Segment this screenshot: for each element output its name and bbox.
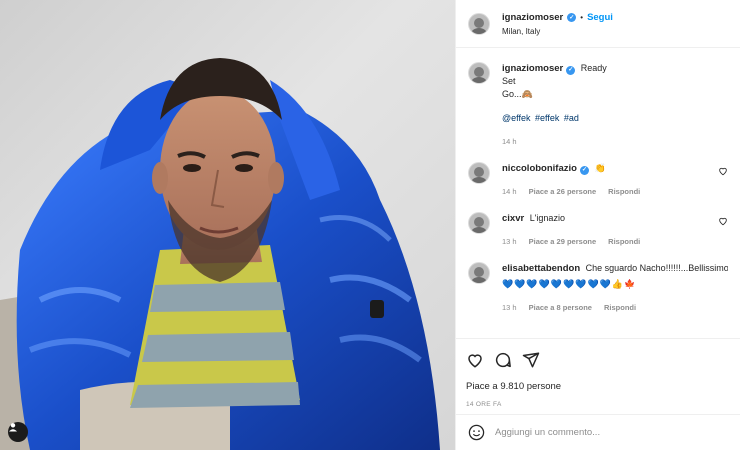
comment-likes[interactable]: Piace a 8 persone (529, 301, 592, 314)
add-comment-bar (456, 414, 740, 450)
comment-item: elisabettabendon Che sguardo Nacho!!!!!!… (468, 262, 728, 314)
comment-like-icon[interactable] (718, 166, 728, 176)
share-icon[interactable] (522, 351, 540, 369)
commenter-avatar[interactable] (468, 162, 490, 184)
comment-icon[interactable] (494, 351, 512, 369)
tag-link[interactable]: #ad (564, 113, 579, 123)
comment-text: L'ignazio (529, 213, 565, 223)
comment-time[interactable]: 14 h (502, 185, 517, 198)
caption: ignaziomoser ✓ Ready Set Go...🙈 @effek #e… (468, 62, 728, 148)
commenter-avatar[interactable] (468, 212, 490, 234)
comment-text: Che sguardo Nacho!!!!!!...Bellissimo c (585, 263, 728, 273)
reply-button[interactable]: Rispondi (608, 185, 640, 198)
comment-emoji: 💙💙💙💙💙💙💙💙💙👍🍁 (502, 279, 637, 289)
heart-icon[interactable] (466, 351, 484, 369)
post-header: ignaziomoser ✓ • Segui Milan, Italy (456, 0, 740, 48)
post-side-panel: ignaziomoser ✓ • Segui Milan, Italy igna… (455, 0, 740, 450)
comment-time[interactable]: 13 h (502, 301, 517, 314)
follow-button[interactable]: Segui (587, 12, 613, 23)
post-time: 14 ORE FA (466, 401, 502, 408)
comment-input[interactable] (495, 427, 695, 438)
tag-link[interactable]: @effek (502, 113, 531, 123)
comment-time[interactable]: 13 h (502, 235, 517, 248)
user-tag-icon[interactable] (8, 422, 28, 442)
post-actions: Piace a 9.810 persone 14 ORE FA (456, 338, 740, 408)
comment-text: 👏 (594, 163, 606, 173)
caption-time[interactable]: 14 h (502, 135, 517, 148)
comments-list[interactable]: ignaziomoser ✓ Ready Set Go...🙈 @effek #e… (456, 48, 740, 338)
commenter-username[interactable]: cixvr (502, 213, 524, 224)
comment-item: niccolobonifazio ✓ 👏 14 h Piace a 26 pers… (468, 162, 728, 198)
separator-dot: • (580, 12, 584, 22)
emoji-icon[interactable] (468, 424, 485, 441)
caption-avatar[interactable] (468, 62, 490, 84)
reply-button[interactable]: Rispondi (608, 235, 640, 248)
verified-badge-icon: ✓ (566, 66, 576, 75)
tag-link[interactable]: #effek (535, 113, 559, 123)
likes-count[interactable]: Piace a 9.810 persone (466, 381, 730, 392)
commenter-avatar[interactable] (468, 262, 490, 284)
caption-line: Ready (580, 63, 607, 73)
commenter-username[interactable]: elisabettabendon (502, 263, 580, 274)
verified-badge-icon: ✓ (567, 12, 577, 22)
author-avatar[interactable] (468, 12, 490, 35)
caption-line: Go...🙈 (502, 89, 533, 99)
comment-likes[interactable]: Piace a 29 persone (529, 235, 597, 248)
verified-badge-icon: ✓ (579, 166, 589, 175)
comment-like-icon[interactable] (718, 216, 728, 226)
post-photo[interactable] (0, 0, 455, 450)
reply-button[interactable]: Rispondi (604, 301, 636, 314)
location-link[interactable]: Milan, Italy (502, 27, 613, 36)
comment-item: cixvr L'ignazio 13 h Piace a 29 persone … (468, 212, 728, 248)
caption-username[interactable]: ignaziomoser (502, 63, 563, 74)
caption-tags: @effek #effek #ad (502, 112, 728, 125)
caption-line: Set (502, 76, 516, 86)
author-username[interactable]: ignaziomoser (502, 12, 563, 23)
comment-likes[interactable]: Piace a 26 persone (529, 185, 597, 198)
commenter-username[interactable]: niccolobonifazio (502, 163, 577, 174)
model-illustration (0, 58, 441, 450)
